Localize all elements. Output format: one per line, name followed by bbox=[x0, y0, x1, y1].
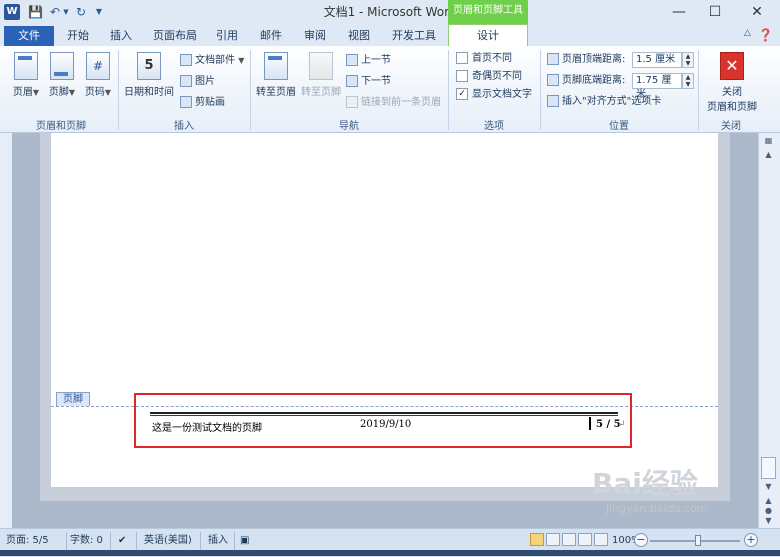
scrollbar-thumb[interactable] bbox=[761, 457, 776, 479]
tab-home[interactable]: 开始 bbox=[67, 28, 89, 44]
header-top-distance-input[interactable]: 1.5 厘米 bbox=[632, 52, 682, 68]
minimize-icon[interactable]: — bbox=[662, 0, 696, 24]
header-button[interactable]: 页眉▼ bbox=[10, 52, 42, 98]
picture-button[interactable]: 图片 bbox=[180, 73, 215, 91]
close-window-icon[interactable]: ✕ bbox=[740, 0, 774, 24]
footer-bottom-distance-label: 页脚底端距离: bbox=[547, 72, 625, 90]
link-icon bbox=[346, 96, 358, 108]
footer-distance-spinner[interactable]: ▲ ▼ bbox=[682, 73, 694, 89]
link-to-previous-button[interactable]: 链接到前一条页眉 bbox=[346, 94, 441, 112]
print-layout-view-button[interactable] bbox=[530, 533, 544, 546]
status-language[interactable]: 英语(美国) bbox=[144, 534, 192, 548]
header-position-icon bbox=[547, 53, 559, 65]
group-label-close: 关闭 bbox=[721, 121, 741, 132]
group-label-insert: 插入 bbox=[174, 121, 194, 132]
show-document-text-checkbox[interactable]: ✓ 显示文档文字 bbox=[456, 86, 532, 104]
picture-icon bbox=[180, 75, 192, 87]
tab-design[interactable]: 设计 bbox=[448, 24, 528, 47]
next-section-button[interactable]: 下一节 bbox=[346, 73, 391, 91]
tab-references[interactable]: 引用 bbox=[216, 28, 238, 44]
tab-developer[interactable]: 开发工具 bbox=[392, 28, 436, 44]
clipart-icon bbox=[180, 96, 192, 108]
group-label-options: 选项 bbox=[484, 121, 504, 132]
goto-footer-icon bbox=[309, 52, 333, 80]
footer-button[interactable]: 页脚▼ bbox=[46, 52, 78, 98]
checkbox-icon bbox=[456, 52, 468, 64]
different-odd-even-checkbox[interactable]: 奇偶页不同 bbox=[456, 68, 522, 86]
taskbar-strip bbox=[0, 550, 780, 556]
calendar-icon: 5 bbox=[137, 52, 161, 80]
insert-alignment-tab-button[interactable]: 插入"对齐方式"选项卡 bbox=[547, 93, 661, 111]
clipart-button[interactable]: 剪贴画 bbox=[180, 94, 225, 112]
page-number-button[interactable]: # 页码▼ bbox=[82, 52, 114, 98]
document-parts-button[interactable]: 文档部件 ▼ bbox=[180, 52, 244, 70]
ruler-toggle-icon[interactable]: ▦ bbox=[761, 136, 776, 150]
date-time-button[interactable]: 5 日期和时间 bbox=[122, 52, 176, 98]
alignment-tab-icon bbox=[547, 95, 559, 107]
goto-header-button[interactable]: 转至页眉 bbox=[254, 52, 298, 98]
goto-header-icon bbox=[264, 52, 288, 80]
previous-section-button[interactable]: 上一节 bbox=[346, 52, 391, 70]
highlight-box bbox=[134, 393, 632, 448]
status-word-count[interactable]: 字数: 0 bbox=[70, 534, 103, 548]
watermark: Bai经验 jingyan.baidu.com bbox=[592, 467, 708, 515]
macro-record-icon[interactable]: ▣ bbox=[240, 534, 249, 548]
checkbox-icon bbox=[456, 70, 468, 82]
footer-tag: 页脚 bbox=[56, 392, 90, 406]
zoom-slider-knob[interactable] bbox=[695, 535, 701, 546]
draft-view-button[interactable] bbox=[594, 533, 608, 546]
status-insert-mode[interactable]: 插入 bbox=[208, 534, 228, 548]
tab-review[interactable]: 审阅 bbox=[304, 28, 326, 44]
goto-footer-button[interactable]: 转至页脚 bbox=[299, 52, 343, 98]
close-icon: ✕ bbox=[720, 52, 744, 80]
zoom-out-icon[interactable]: − bbox=[634, 533, 648, 547]
scroll-down-icon[interactable]: ▼ bbox=[761, 482, 776, 496]
status-separator bbox=[136, 532, 137, 550]
header-icon bbox=[14, 52, 38, 80]
help-icon[interactable]: ❓ bbox=[758, 28, 773, 42]
collapse-ribbon-icon[interactable]: △ bbox=[744, 28, 751, 38]
status-separator bbox=[66, 532, 67, 550]
footer-icon bbox=[50, 52, 74, 80]
vertical-ruler bbox=[0, 133, 12, 528]
full-screen-reading-view-button[interactable] bbox=[546, 533, 560, 546]
group-label-navigation: 导航 bbox=[339, 121, 359, 132]
document-parts-icon bbox=[180, 54, 192, 66]
close-header-footer-button[interactable]: ✕ 关闭 页眉和页脚 bbox=[702, 52, 762, 113]
web-layout-view-button[interactable] bbox=[562, 533, 576, 546]
footer-bottom-distance-input[interactable]: 1.75 厘米 bbox=[632, 73, 682, 100]
group-label-header-footer: 页眉和页脚 bbox=[36, 121, 86, 132]
outline-view-button[interactable] bbox=[578, 533, 592, 546]
status-separator bbox=[110, 532, 111, 550]
status-separator bbox=[234, 532, 235, 550]
tab-insert[interactable]: 插入 bbox=[110, 28, 132, 44]
maximize-icon[interactable]: ☐ bbox=[698, 0, 732, 24]
scroll-up-icon[interactable]: ▲ bbox=[761, 150, 776, 164]
context-tab-header-footer-tools: 页眉和页脚工具 bbox=[448, 0, 528, 24]
status-page[interactable]: 页面: 5/5 bbox=[6, 534, 49, 548]
footer-position-icon bbox=[547, 74, 559, 86]
header-top-distance-label: 页眉顶端距离: bbox=[547, 51, 625, 69]
zoom-in-icon[interactable]: + bbox=[744, 533, 758, 547]
different-first-page-checkbox[interactable]: 首页不同 bbox=[456, 50, 512, 68]
tab-page-layout[interactable]: 页面布局 bbox=[153, 28, 197, 44]
tab-mailings[interactable]: 邮件 bbox=[260, 28, 282, 44]
status-separator bbox=[200, 532, 201, 550]
tab-file[interactable]: 文件 bbox=[4, 26, 54, 46]
next-section-icon bbox=[346, 75, 358, 87]
tab-view[interactable]: 视图 bbox=[348, 28, 370, 44]
previous-section-icon bbox=[346, 54, 358, 66]
proofing-icon[interactable]: ✔ bbox=[118, 534, 126, 548]
page-number-icon: # bbox=[86, 52, 110, 80]
checkmark-icon: ✓ bbox=[456, 88, 468, 100]
group-label-position: 位置 bbox=[609, 121, 629, 132]
header-distance-spinner[interactable]: ▲ ▼ bbox=[682, 52, 694, 68]
